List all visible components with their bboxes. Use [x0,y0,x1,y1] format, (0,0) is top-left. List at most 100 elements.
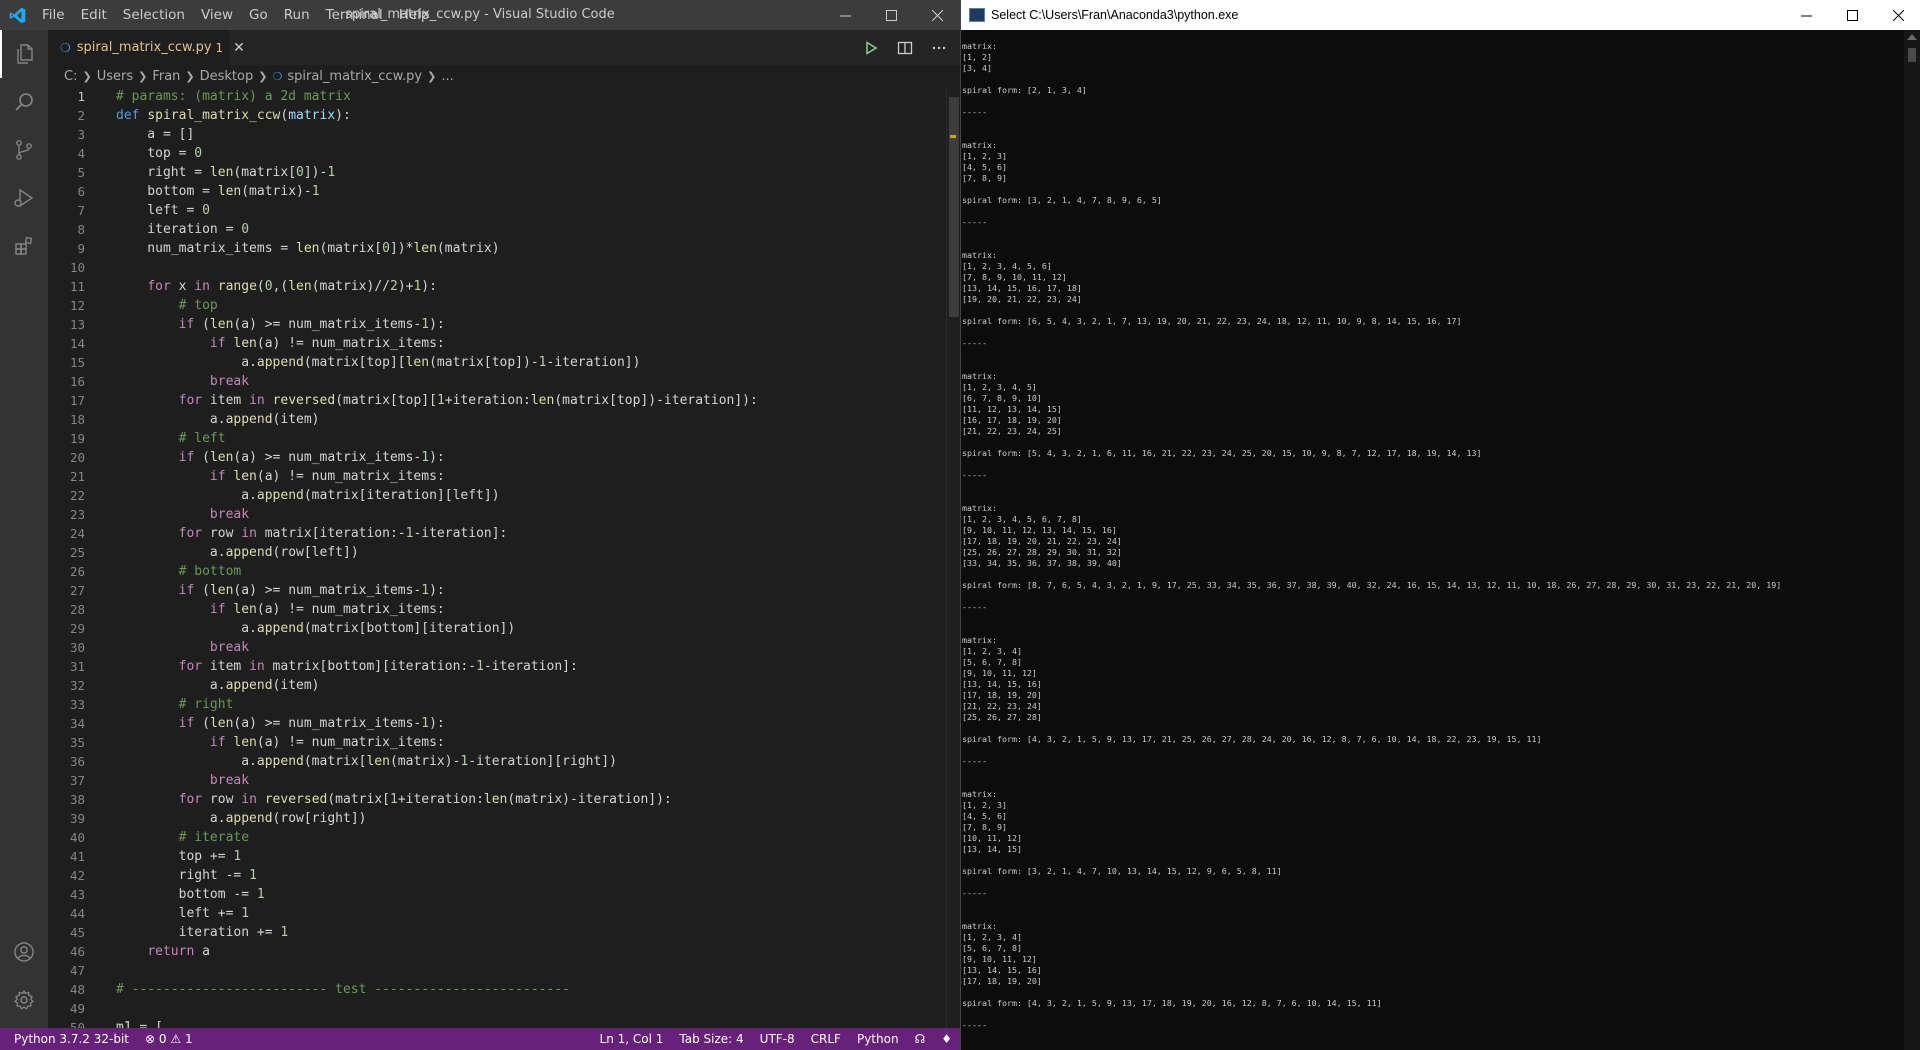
python-exe-icon [969,8,985,22]
account-icon[interactable] [0,928,48,976]
menu-file[interactable]: File [34,0,73,30]
console-output[interactable]: matrix: [1, 2] [3, 4] spiral form: [2, 1, … [961,30,1905,1050]
console-scrollbar[interactable] [1904,30,1920,1050]
console-close-button[interactable] [1875,0,1920,30]
chevron-right-icon: ❯ [427,69,437,83]
console-maximize-button[interactable] [1829,0,1875,30]
code-token: top = [116,146,195,161]
code-token: if [209,336,226,351]
menu-help[interactable]: Help [391,0,438,30]
console-line: ----- [962,470,987,480]
code-token: len [209,450,234,465]
menu-run[interactable]: Run [276,0,318,30]
code-token: (matrix[bottom][iteration]) [303,621,516,636]
run-python-file-icon[interactable] [860,37,882,59]
code-token: bottom = [116,184,218,199]
tab-close-icon[interactable]: ✕ [233,40,245,56]
run-debug-icon[interactable] [0,174,48,222]
vscode-logo-icon[interactable] [0,0,34,30]
breadcrumb-file[interactable]: spiral_matrix_ccw.py [287,69,422,84]
editor-scrollbar-thumb[interactable] [949,97,959,317]
console-line: [9, 10, 11, 12] [962,954,1037,964]
line-number: 42 [69,868,85,883]
line-number: 24 [69,526,85,541]
console-line: [4, 5, 6] [962,811,1007,821]
line-number: 40 [69,830,85,845]
breadcrumb-users[interactable]: Users [97,69,133,84]
notifications-bell-icon[interactable]: ♦ [933,1028,960,1050]
editor-actions [860,30,950,65]
code-token: len [233,602,257,617]
console-line: matrix: [962,371,997,381]
menu-go[interactable]: Go [241,0,276,30]
code-token: ( [194,716,210,731]
code-text[interactable]: # params: (matrix) a 2d matrix def spiral… [116,87,946,1028]
tab-spiral-matrix-ccw[interactable]: ❍ spiral_matrix_ccw.py 1 ✕ [48,30,245,65]
code-token: len [217,184,242,199]
code-token: a. [116,355,257,370]
code-token: 1 [436,393,445,408]
code-token: len [209,317,234,332]
menu-view[interactable]: View [193,0,241,30]
maximize-button[interactable] [868,0,914,30]
console-scrollbar-thumb[interactable] [1908,48,1916,62]
code-line: a.append(item) [116,410,946,429]
breadcrumb-fran[interactable]: Fran [152,69,180,84]
console-line: matrix: [962,41,997,51]
code-token: matrix [288,108,336,123]
close-icon [1892,9,1904,21]
code-token: -iteration]: [483,659,578,674]
scroll-up-arrow-icon[interactable] [1907,34,1917,40]
explorer-icon[interactable] [0,30,48,78]
status-eol[interactable]: CRLF [803,1028,849,1050]
status-tab-size[interactable]: Tab Size: 4 [671,1028,751,1050]
code-token: reversed [264,792,328,807]
code-token: for [178,659,203,674]
code-token: a. [116,678,226,693]
code-line: left = 0 [116,201,946,220]
close-button[interactable] [914,0,960,30]
status-encoding[interactable]: UTF-8 [752,1028,803,1050]
warning-marker [950,135,956,138]
code-editor[interactable]: 1 2 3 4 5 6 7 8 9 10 11 12 13 14 15 16 17 18 19 20 21 22 23 24 2… [48,87,960,1028]
code-token: 1 [476,659,484,674]
code-line: if len(a) != num_matrix_items: [116,733,946,752]
console-minimize-button[interactable] [1783,0,1829,30]
settings-gear-icon[interactable] [0,976,48,1024]
menu-selection[interactable]: Selection [115,0,193,30]
code-token: in [249,659,265,674]
status-problems[interactable]: ⊗ 0 ⚠ 1 [137,1028,201,1050]
menu-edit[interactable]: Edit [73,0,115,30]
line-number: 41 [69,849,85,864]
code-token: a. [116,754,257,769]
status-cursor-position[interactable]: Ln 1, Col 1 [592,1028,672,1050]
breadcrumb-drive[interactable]: C: [64,69,77,84]
source-control-icon[interactable] [0,126,48,174]
line-number: 14 [69,336,85,351]
status-python-interpreter[interactable]: Python 3.7.2 32-bit [0,1028,137,1050]
menu-terminal[interactable]: Terminal [318,0,391,30]
code-token: append [256,754,304,769]
extensions-icon[interactable] [0,222,48,270]
more-actions-icon[interactable] [928,37,950,59]
status-language[interactable]: Python [849,1028,907,1050]
code-token: (a) >= num_matrix_items- [233,450,422,465]
feedback-icon[interactable]: ☊ [907,1028,934,1050]
breadcrumb-symbol[interactable]: ... [441,69,453,84]
chevron-right-icon: ❯ [258,69,268,83]
code-token: (matrix[top][ [303,355,406,370]
editor-scrollbar[interactable] [946,87,960,1028]
code-token: ): [335,108,351,123]
split-editor-icon[interactable] [894,37,916,59]
code-line: return a [116,942,946,961]
console-line: [21, 22, 23, 24, 25] [962,426,1062,436]
breadcrumb-desktop[interactable]: Desktop [200,69,254,84]
code-line: left += 1 [116,904,946,923]
search-icon[interactable] [0,78,48,126]
minimize-button[interactable] [822,0,868,30]
